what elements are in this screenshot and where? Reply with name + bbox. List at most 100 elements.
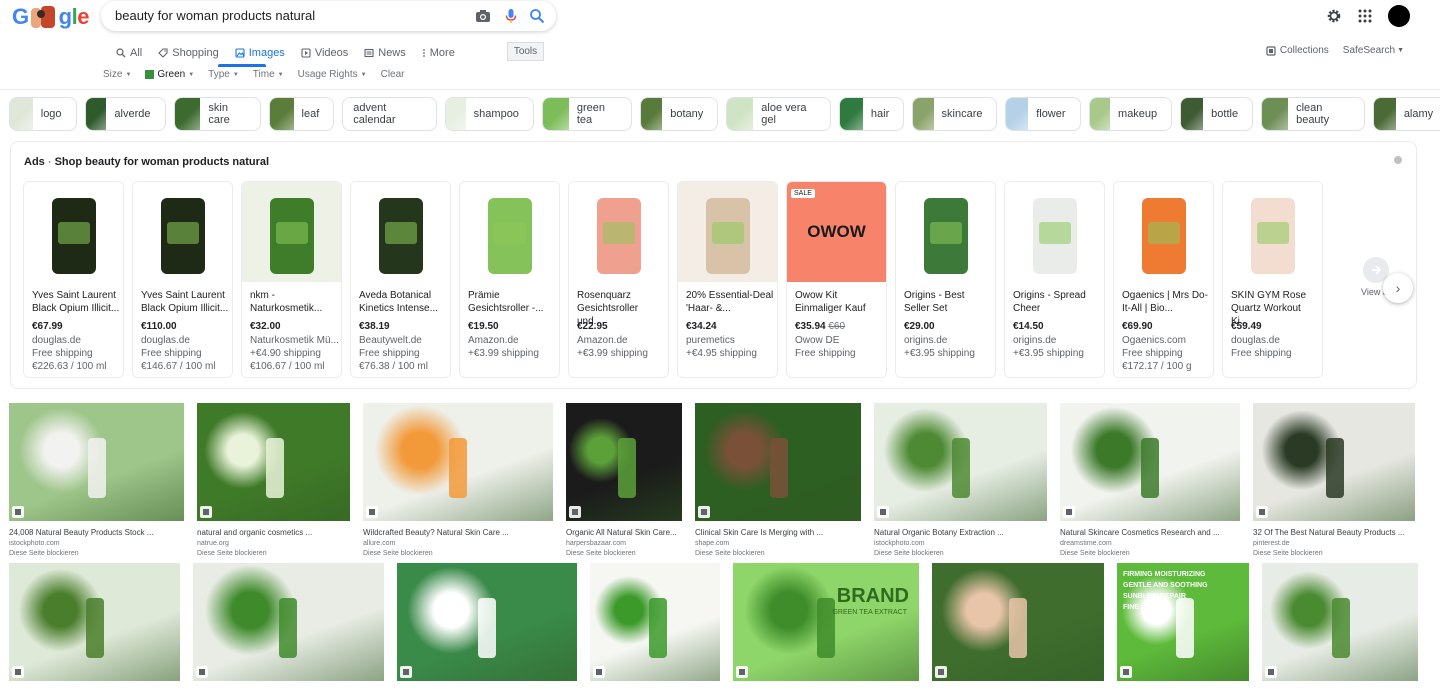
image-result[interactable]: Natural Skincare Cosmetics Research and … — [1060, 403, 1240, 557]
block-site-link[interactable]: Diese Seite blockieren — [566, 550, 682, 557]
related-chip[interactable]: bottle — [1180, 97, 1254, 131]
product-ad-card[interactable]: Yves Saint Laurent Black Opium Illicit..… — [23, 181, 124, 378]
product-ad-card[interactable]: Origins - Spread Cheer €14.50 origins.de +€… — [1004, 181, 1105, 378]
camera-icon[interactable] — [475, 8, 491, 24]
block-site-link[interactable]: Diese Seite blockieren — [695, 550, 861, 557]
tools-button[interactable]: Tools — [507, 42, 544, 61]
image-caption[interactable]: Clinical Skin Care Is Merging with ... — [695, 528, 861, 537]
block-site-link[interactable]: Diese Seite blockieren — [363, 550, 553, 557]
info-icon[interactable] — [1394, 156, 1402, 164]
product-ad-card[interactable]: Rosenquarz Gesichtsroller und... €22.95 Am… — [568, 181, 669, 378]
filter-green[interactable]: Green ▼ — [145, 69, 194, 80]
image-caption[interactable]: natural and organic cosmetics ... — [197, 528, 350, 537]
related-chip[interactable]: alverde — [84, 97, 166, 131]
product-shape-highlight — [930, 222, 962, 244]
image-result[interactable]: Clinical Skin Care Is Merging with ... sh… — [695, 403, 861, 557]
product-ad-card[interactable]: Origins - Best Seller Set €29.00 origins.d… — [895, 181, 996, 378]
image-source: dreamstime.com — [1060, 540, 1112, 547]
block-site-link[interactable]: Diese Seite blockieren — [1253, 550, 1415, 557]
related-chip[interactable]: advent calendar — [342, 97, 437, 131]
account-avatar[interactable] — [1388, 5, 1410, 27]
google-logo[interactable]: G gle — [12, 4, 89, 30]
image-result[interactable]: 32 Of The Best Natural Beauty Products .… — [1253, 403, 1415, 557]
chip-thumbnail — [10, 98, 33, 130]
safesearch-menu[interactable]: SafeSearch ▼ — [1343, 45, 1404, 56]
image-result[interactable] — [193, 563, 384, 681]
related-chip[interactable]: makeup — [1088, 97, 1173, 131]
filter-label: Type — [208, 69, 230, 80]
image-caption[interactable]: Organic All Natural Skin Care... — [566, 528, 682, 537]
image-result[interactable]: Wildcrafted Beauty? Natural Skin Care ..… — [363, 403, 553, 557]
product-ad-card[interactable]: OWOW SALE Owow Kit Einmaliger Kauf €35.94 €… — [786, 181, 887, 378]
product-ad-card[interactable]: Aveda Botanical Kinetics Intense... €38.1… — [350, 181, 451, 378]
product-ad-card[interactable]: Prämie Gesichtsroller -... €19.50 Amazon.d… — [459, 181, 560, 378]
search-tabs: All Shopping Images Videos News More — [116, 45, 471, 61]
image-caption[interactable]: Wildcrafted Beauty? Natural Skin Care ..… — [363, 528, 553, 537]
related-chip[interactable]: hair — [838, 97, 905, 131]
result-image — [1253, 403, 1415, 521]
search-input[interactable]: beauty for woman products natural — [115, 8, 315, 23]
ads-carousel: Yves Saint Laurent Black Opium Illicit..… — [23, 181, 1323, 378]
carousel-next-button[interactable]: › — [1383, 273, 1413, 303]
apps-grid-icon[interactable] — [1358, 9, 1372, 23]
image-result[interactable]: 24,008 Natural Beauty Products Stock ...… — [9, 403, 184, 557]
filter-time[interactable]: Time ▼ — [253, 69, 284, 80]
image-result[interactable]: Natural Organic Botany Extraction ... ist… — [874, 403, 1047, 557]
collections-link[interactable]: Collections — [1266, 45, 1329, 56]
related-chip[interactable]: shampoo — [444, 97, 534, 131]
related-chip[interactable]: clean beauty — [1261, 97, 1366, 131]
related-chip[interactable]: leaf — [269, 97, 335, 131]
tab-shopping[interactable]: Shopping — [158, 45, 227, 61]
product-ad-card[interactable]: nkm - Naturkosmetik... €32.00 Naturkosmeti… — [241, 181, 342, 378]
related-chip[interactable]: alamy — [1373, 97, 1440, 131]
related-chip[interactable]: skincare — [912, 97, 998, 131]
image-result[interactable] — [397, 563, 577, 681]
related-chip[interactable]: skin care — [173, 97, 262, 131]
image-result[interactable] — [1262, 563, 1418, 681]
block-site-link[interactable]: Diese Seite blockieren — [1060, 550, 1240, 557]
collections-label: Collections — [1279, 45, 1329, 56]
tab-videos[interactable]: Videos — [301, 45, 356, 61]
filter-size[interactable]: Size ▼ — [103, 69, 131, 80]
image-result[interactable]: Organic All Natural Skin Care... harpersb… — [566, 403, 682, 557]
image-caption[interactable]: 32 Of The Best Natural Beauty Products .… — [1253, 528, 1415, 537]
image-result[interactable]: BRAND GREEN TEA EXTRACT — [733, 563, 919, 681]
filter-usage-rights[interactable]: Usage Rights ▼ — [298, 69, 367, 80]
image-result[interactable] — [590, 563, 720, 681]
image-type-icon — [1120, 666, 1132, 678]
product-ad-card[interactable]: 20% Essential-Deal 'Haar- &... €34.24 pure… — [677, 181, 778, 378]
search-icon[interactable] — [529, 8, 545, 24]
tab-all[interactable]: All — [116, 45, 150, 61]
related-chip[interactable]: flower — [1005, 97, 1081, 131]
related-chip[interactable]: botany — [640, 97, 719, 131]
image-result[interactable]: FIRMING MOISTURIZING GENTLE AND SOOTHING S… — [1117, 563, 1249, 681]
filter-type[interactable]: Type ▼ — [208, 69, 239, 80]
search-box[interactable]: beauty for woman products natural — [101, 1, 556, 31]
product-ad-card[interactable]: SKIN GYM Rose Quartz Workout Ki... €59.49… — [1222, 181, 1323, 378]
image-caption[interactable]: Natural Organic Botany Extraction ... — [874, 528, 1047, 537]
related-chip[interactable]: green tea — [541, 97, 633, 131]
image-result[interactable] — [9, 563, 180, 681]
result-image: BRAND GREEN TEA EXTRACT — [733, 563, 919, 681]
image-result[interactable] — [932, 563, 1104, 681]
related-chip[interactable]: aloe vera gel — [726, 97, 831, 131]
tab-news[interactable]: News — [364, 45, 414, 61]
ads-prefix: Ads — [24, 156, 45, 168]
filter-clear[interactable]: Clear — [381, 69, 405, 80]
image-caption[interactable]: Natural Skincare Cosmetics Research and … — [1060, 528, 1240, 537]
microphone-icon[interactable] — [503, 8, 519, 24]
block-site-link[interactable]: Diese Seite blockieren — [197, 550, 350, 557]
tab-images[interactable]: Images — [235, 45, 293, 61]
product-ad-card[interactable]: Ogaenics | Mrs Do-It-All | Bio... €69.90 O… — [1113, 181, 1214, 378]
image-result[interactable]: natural and organic cosmetics ... natrue.… — [197, 403, 350, 557]
block-site-link[interactable]: Diese Seite blockieren — [874, 550, 1047, 557]
image-type-icon — [877, 506, 889, 518]
related-chip[interactable]: logo — [9, 97, 77, 131]
product-shipping: +€3.95 shipping — [1013, 348, 1084, 359]
product-price: €34.24 — [686, 321, 717, 332]
block-site-link[interactable]: Diese Seite blockieren — [9, 550, 184, 557]
gear-icon[interactable] — [1326, 8, 1342, 24]
product-ad-card[interactable]: Yves Saint Laurent Black Opium Illicit..… — [132, 181, 233, 378]
image-caption[interactable]: 24,008 Natural Beauty Products Stock ... — [9, 528, 184, 537]
tab-more[interactable]: More — [422, 45, 463, 61]
